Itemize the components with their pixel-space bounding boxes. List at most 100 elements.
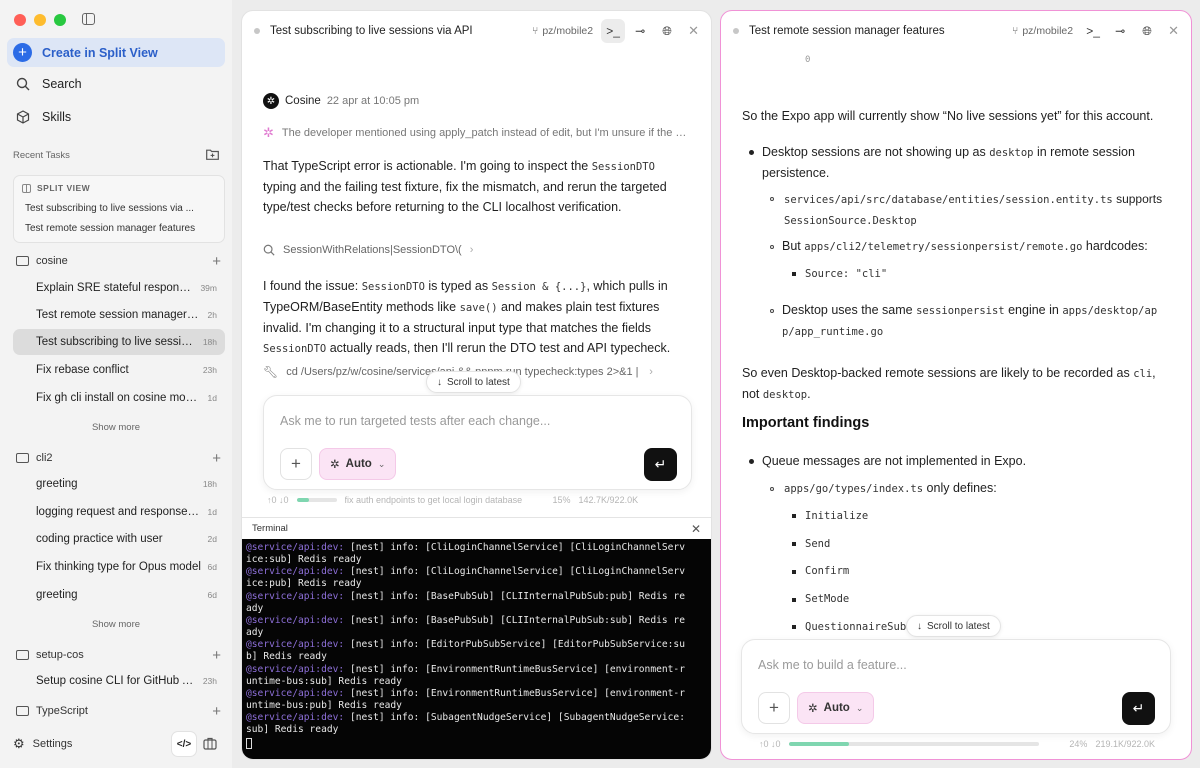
bullet-icon: [792, 625, 796, 629]
mode-selector[interactable]: ✲ Auto ⌄: [319, 448, 397, 480]
new-folder-icon[interactable]: [206, 149, 219, 160]
create-split-view-button[interactable]: + Create in Split View: [7, 38, 225, 67]
scroll-to-latest-button[interactable]: ↓ Scroll to latest: [906, 615, 1001, 637]
chevron-down-icon: ⌄: [377, 458, 386, 469]
bullet-icon: [770, 309, 774, 313]
send-button[interactable]: ↵: [1122, 692, 1155, 725]
terminal-line: ady: [246, 602, 264, 614]
globe-icon[interactable]: 🌐︎: [655, 19, 679, 43]
add-task-icon[interactable]: +: [212, 254, 221, 269]
composer-input[interactable]: Ask me to build a feature...: [758, 658, 907, 672]
status-bar: ↑0 ↓0 24% 219.1K/922.0K: [759, 739, 1155, 749]
minimize-window-button[interactable]: [34, 14, 46, 26]
terminal-line: @service/api:dev: [nest] info: [Subagent…: [246, 712, 685, 724]
add-task-icon[interactable]: +: [212, 704, 221, 719]
close-terminal-icon[interactable]: ✕: [691, 522, 701, 536]
thinking-row[interactable]: ✲ The developer mentioned using apply_pa…: [263, 125, 692, 141]
project-group-cli2[interactable]: cli2 +: [16, 448, 221, 468]
close-panel-icon[interactable]: ✕: [688, 23, 699, 39]
cosine-avatar: ✲: [263, 93, 279, 109]
sparkle-icon: ✲: [330, 459, 340, 471]
task-item[interactable]: coding practice with user 2d: [13, 526, 225, 552]
context-progress: [788, 742, 1039, 746]
terminal-icon[interactable]: >_: [1081, 19, 1105, 43]
task-item[interactable]: Fix thinking type for Opus model 6d: [13, 554, 225, 580]
split-view-heading: SPLIT VIEW: [22, 183, 90, 193]
briefcase-icon[interactable]: [203, 737, 217, 750]
project-group-cosine[interactable]: cosine +: [16, 251, 221, 271]
project-group-typescript[interactable]: TypeScript +: [16, 701, 221, 721]
sparkle-icon: ✲: [263, 125, 274, 140]
sidebar-toggle-icon[interactable]: [82, 13, 95, 25]
attach-button[interactable]: +: [758, 692, 790, 724]
chevron-right-icon: ›: [649, 366, 653, 378]
task-item[interactable]: Explain SRE stateful responses... 39m: [13, 275, 225, 301]
nav-skills[interactable]: Skills: [16, 110, 71, 124]
terminal-line: ice:pub] Redis ready: [246, 578, 362, 590]
close-window-button[interactable]: [14, 14, 26, 26]
terminal-line: @service/api:dev: [nest] info: [BasePubS…: [246, 590, 685, 602]
show-more-link[interactable]: Show more: [0, 619, 232, 630]
list-item: Desktop uses the same sessionpersist eng…: [782, 303, 1158, 338]
task-item[interactable]: Fix rebase conflict 23h: [13, 357, 225, 383]
send-button[interactable]: ↵: [644, 448, 677, 481]
settings-button[interactable]: ⚙ Settings: [13, 736, 72, 752]
message-paragraph: So even Desktop-backed remote sessions a…: [742, 366, 1156, 401]
arrow-down-icon: ↓: [437, 376, 442, 388]
panel-title: Test remote session manager features: [749, 25, 945, 37]
task-item[interactable]: Fix gh cli install on cosine monor... 1d: [13, 385, 225, 411]
section-heading: Important findings: [742, 415, 870, 431]
bullet-icon: [770, 245, 774, 249]
terminal-line: ice:sub] Redis ready: [246, 554, 362, 566]
close-panel-icon[interactable]: ✕: [1168, 23, 1179, 39]
terminal-line: @service/api:dev: [nest] info: [CliLogin…: [246, 566, 685, 578]
left-chat-panel: Test subscribing to live sessions via AP…: [241, 10, 712, 760]
terminal-line: @service/api:dev: [nest] info: [Environm…: [246, 687, 685, 699]
list-item: Confirm: [805, 565, 850, 577]
branch-indicator[interactable]: ⑂ pz/mobile2: [532, 25, 593, 37]
maximize-window-button[interactable]: [54, 14, 66, 26]
bullet-icon: [749, 150, 754, 155]
task-item[interactable]: greeting 18h: [13, 471, 225, 497]
task-item[interactable]: Setup cosine CLI for GitHub Acti... 23h: [13, 668, 225, 694]
show-more-link[interactable]: Show more: [0, 422, 232, 433]
search-tool-call[interactable]: SessionWithRelations|SessionDTO\( ›: [263, 244, 473, 256]
project-group-setup-cos[interactable]: setup-cos +: [16, 645, 221, 665]
task-item[interactable]: greeting 6d: [13, 582, 225, 608]
status-bar: ↑0 ↓0 fix auth endpoints to get local lo…: [267, 495, 639, 505]
terminal-icon[interactable]: >_: [601, 19, 626, 43]
globe-icon[interactable]: 🌐︎: [1135, 19, 1159, 43]
commit-icon[interactable]: ⊸: [1108, 19, 1132, 43]
composer-input[interactable]: Ask me to run targeted tests after each …: [280, 414, 550, 428]
add-task-icon[interactable]: +: [212, 451, 221, 466]
status-dot: [733, 28, 739, 34]
split-view-item[interactable]: Test subscribing to live sessions via ..…: [25, 203, 194, 214]
folder-icon: [16, 256, 29, 266]
gear-icon: ⚙: [13, 736, 25, 751]
scroll-to-latest-button[interactable]: ↓ Scroll to latest: [426, 371, 521, 393]
terminal-line: b] Redis ready: [246, 651, 327, 663]
split-view-item[interactable]: Test remote session manager features: [25, 223, 195, 234]
search-icon: [263, 244, 275, 256]
add-task-icon[interactable]: +: [212, 648, 221, 663]
message-author: ✲ Cosine 22 apr at 10:05 pm: [263, 93, 419, 109]
bullet-icon: [770, 197, 774, 201]
commit-icon[interactable]: ⊸: [628, 19, 652, 43]
terminal-output[interactable]: @service/api:dev: [nest] info: [CliLogin…: [242, 539, 711, 759]
bullet-icon: [792, 542, 796, 546]
nav-search[interactable]: Search: [16, 77, 82, 91]
task-item[interactable]: logging request and response de... 1d: [13, 499, 225, 525]
list-item: services/api/src/database/entities/sessi…: [784, 192, 1163, 227]
terminal-line: @service/api:dev: [nest] info: [EditorPu…: [246, 639, 685, 651]
branch-indicator[interactable]: ⑂ pz/mobile2: [1012, 25, 1073, 37]
bullet-icon: [792, 272, 796, 276]
mode-selector[interactable]: ✲ Auto ⌄: [797, 692, 875, 724]
terminal-line: ady: [246, 627, 264, 639]
attach-button[interactable]: +: [280, 448, 312, 480]
task-item-selected[interactable]: Test subscribing to live sessions... 18h: [13, 329, 225, 355]
panel-header: Test remote session manager features ⑂ pz…: [721, 11, 1191, 51]
search-icon: [16, 77, 30, 91]
code-view-icon[interactable]: </>: [171, 731, 197, 757]
message-timestamp: 22 apr at 10:05 pm: [326, 95, 420, 107]
task-item[interactable]: Test remote session manager fea... 2h: [13, 302, 225, 328]
